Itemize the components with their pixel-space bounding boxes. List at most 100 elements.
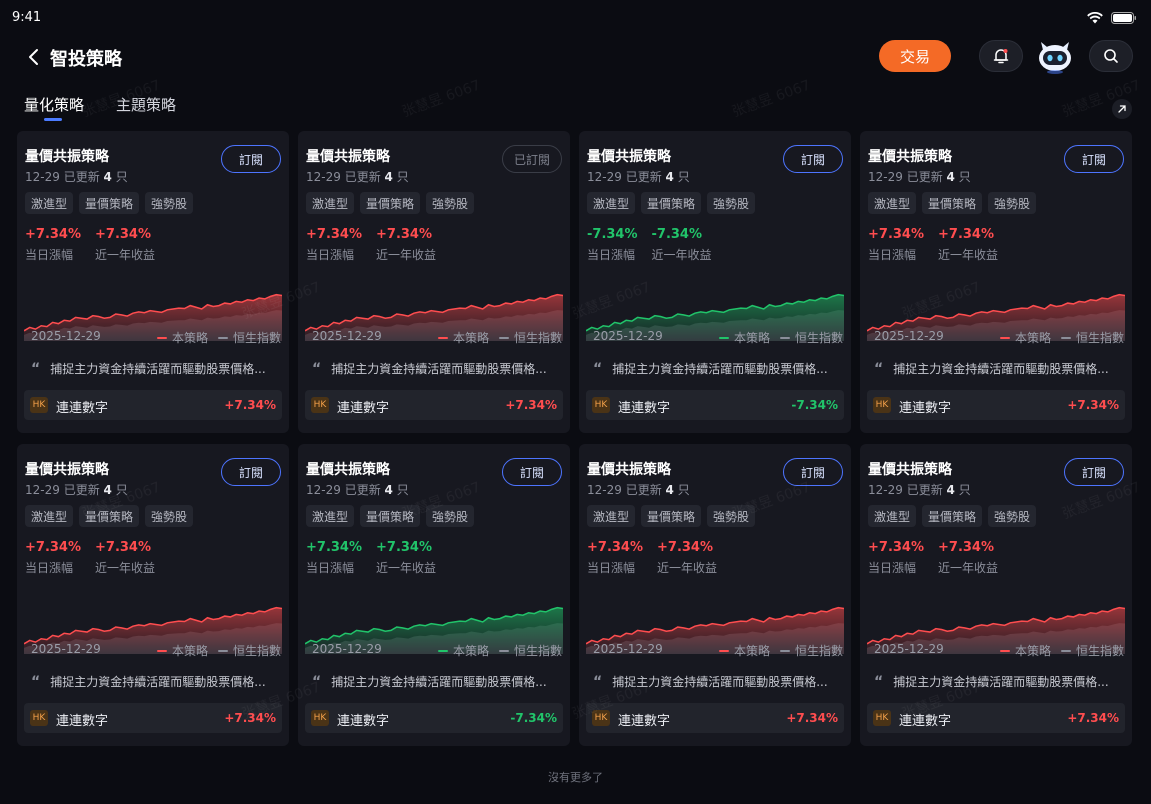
legend-index-swatch	[217, 649, 228, 652]
tab-theme-strategy[interactable]: 主題策略	[116, 94, 176, 120]
chart-date: 2025-12-29	[31, 329, 101, 343]
legend-index-label: 恒生指數	[794, 331, 843, 345]
subscribe-button[interactable]: 訂閱	[502, 458, 562, 486]
header: 智投策略 交易	[0, 34, 1151, 80]
legend-index: 恒生指數	[217, 642, 281, 659]
strategy-description: “ 捕捉主力資金持續活躍而驅動股票價格...	[312, 360, 547, 377]
daily-stat: +7.34% 当日漲幅	[868, 540, 924, 576]
update-count: 4	[665, 170, 674, 184]
stock-name: 連連數字	[899, 714, 952, 729]
subscribe-button[interactable]: 訂閱	[1064, 145, 1124, 173]
tag: 強勢股	[988, 192, 1037, 214]
strategy-card[interactable]: 量價共振策略 12-29 已更新 4 只 訂閱 激進型 量價策略 強勢股 +7.…	[860, 444, 1132, 746]
subscribe-button[interactable]: 訂閱	[783, 145, 843, 173]
update-date: 12-29	[25, 483, 60, 497]
tag: 強勢股	[426, 505, 475, 527]
strategy-description: “ 捕捉主力資金持續活躍而驅動股票價格...	[874, 360, 1109, 377]
tag: 激進型	[587, 192, 636, 214]
legend-strategy-swatch	[156, 336, 167, 339]
yearly-return-label: 近一年收益	[938, 561, 999, 575]
stock-name: 連連數字	[56, 401, 109, 416]
stock-name: 連連數字	[337, 401, 390, 416]
strategy-card[interactable]: 量價共振策略 12-29 已更新 4 只 訂閱 激進型 量價策略 強勢股 +7.…	[17, 444, 289, 746]
tag-list: 激進型 量價策略 強勢股	[587, 505, 756, 527]
strategy-card[interactable]: 量價共振策略 12-29 已更新 4 只 訂閱 激進型 量價策略 強勢股 +7.…	[860, 131, 1132, 433]
strategy-title: 量價共振策略	[587, 149, 671, 165]
quote-icon: “	[31, 360, 41, 377]
tab-quant-strategy[interactable]: 量化策略	[24, 94, 84, 121]
legend-index-swatch	[1060, 336, 1071, 339]
trade-button[interactable]: 交易	[879, 40, 951, 72]
robot-mascot-icon[interactable]	[1035, 36, 1075, 76]
stock-change: -7.34%	[510, 711, 557, 725]
legend-index-label: 恒生指數	[513, 331, 562, 345]
legend-index: 恒生指數	[779, 329, 843, 346]
notification-button[interactable]	[979, 40, 1023, 72]
status-bar: 9:41	[0, 0, 1151, 34]
expand-button[interactable]	[1112, 99, 1132, 119]
subscribe-button[interactable]: 訂閱	[1064, 458, 1124, 486]
update-label: 已更新	[625, 170, 662, 184]
stock-row[interactable]: HK 連連數字 +7.34%	[586, 703, 844, 733]
tag: 量價策略	[79, 505, 140, 527]
strategy-card[interactable]: 量價共振策略 12-29 已更新 4 只 訂閱 激進型 量價策略 強勢股 +7.…	[17, 131, 289, 433]
strategy-title: 量價共振策略	[25, 149, 109, 165]
strategy-card[interactable]: 量價共振策略 12-29 已更新 4 只 訂閱 激進型 量價策略 強勢股 +7.…	[579, 444, 851, 746]
stock-row[interactable]: HK 連連數字 -7.34%	[586, 390, 844, 420]
yearly-return-label: 近一年收益	[376, 561, 437, 575]
stock-change: +7.34%	[786, 711, 838, 725]
legend-index-label: 恒生指數	[513, 644, 562, 658]
yearly-return-label: 近一年收益	[938, 248, 999, 262]
tag-list: 激進型 量價策略 強勢股	[868, 505, 1037, 527]
legend-strategy-swatch	[718, 336, 729, 339]
tag: 強勢股	[145, 505, 194, 527]
description-text: 捕捉主力資金持續活躍而驅動股票價格...	[331, 362, 547, 376]
wifi-icon	[1087, 9, 1103, 28]
yearly-return-label: 近一年收益	[95, 248, 156, 262]
strategy-card[interactable]: 量價共振策略 12-29 已更新 4 只 已訂閱 激進型 量價策略 強勢股 +7…	[298, 131, 570, 433]
back-button[interactable]	[24, 46, 44, 68]
daily-change-label: 当日漲幅	[25, 248, 74, 262]
tag-list: 激進型 量價策略 強勢股	[868, 192, 1037, 214]
tag: 激進型	[868, 192, 917, 214]
strategy-card[interactable]: 量價共振策略 12-29 已更新 4 只 訂閱 激進型 量價策略 強勢股 -7.…	[579, 131, 851, 433]
legend-strategy: 本策略	[999, 642, 1051, 659]
stock-row[interactable]: HK 連連數字 +7.34%	[24, 703, 282, 733]
legend-strategy-label: 本策略	[171, 644, 208, 658]
strategy-card[interactable]: 量價共振策略 12-29 已更新 4 只 訂閱 激進型 量價策略 強勢股 +7.…	[298, 444, 570, 746]
update-info: 12-29 已更新 4 只	[587, 481, 690, 498]
tag: 強勢股	[988, 505, 1037, 527]
quote-icon: “	[312, 673, 322, 690]
search-button[interactable]	[1089, 40, 1133, 72]
legend-strategy-label: 本策略	[733, 331, 770, 345]
legend-index-swatch	[217, 336, 228, 339]
stats: +7.34% 当日漲幅 +7.34% 近一年收益	[306, 540, 436, 576]
update-unit: 只	[958, 170, 971, 184]
legend-strategy: 本策略	[437, 642, 489, 659]
legend-strategy-label: 本策略	[1014, 644, 1051, 658]
update-unit: 只	[396, 170, 409, 184]
update-date: 12-29	[868, 483, 903, 497]
stock-row[interactable]: HK 連連數字 -7.34%	[305, 703, 563, 733]
stock-row[interactable]: HK 連連數字 +7.34%	[867, 390, 1125, 420]
stock-row[interactable]: HK 連連數字 +7.34%	[24, 390, 282, 420]
update-date: 12-29	[587, 483, 622, 497]
daily-change-label: 当日漲幅	[587, 561, 636, 575]
subscribe-button[interactable]: 訂閱	[221, 458, 281, 486]
tab-bar: 量化策略 主題策略	[24, 94, 176, 124]
tag-list: 激進型 量價策略 強勢股	[306, 192, 475, 214]
daily-stat: -7.34% 当日漲幅	[587, 227, 638, 263]
market-badge: HK	[873, 710, 891, 726]
yearly-stat: +7.34% 近一年收益	[376, 540, 436, 576]
strategy-title: 量價共振策略	[868, 462, 952, 478]
subscribe-button[interactable]: 訂閱	[221, 145, 281, 173]
update-label: 已更新	[625, 483, 662, 497]
update-count: 4	[384, 483, 393, 497]
yearly-stat: +7.34% 近一年收益	[95, 540, 155, 576]
legend-strategy: 本策略	[156, 329, 208, 346]
subscribe-button[interactable]: 已訂閱	[502, 145, 562, 173]
stock-row[interactable]: HK 連連數字 +7.34%	[867, 703, 1125, 733]
stock-row[interactable]: HK 連連數字 +7.34%	[305, 390, 563, 420]
subscribe-button[interactable]: 訂閱	[783, 458, 843, 486]
tag-list: 激進型 量價策略 強勢股	[25, 505, 194, 527]
